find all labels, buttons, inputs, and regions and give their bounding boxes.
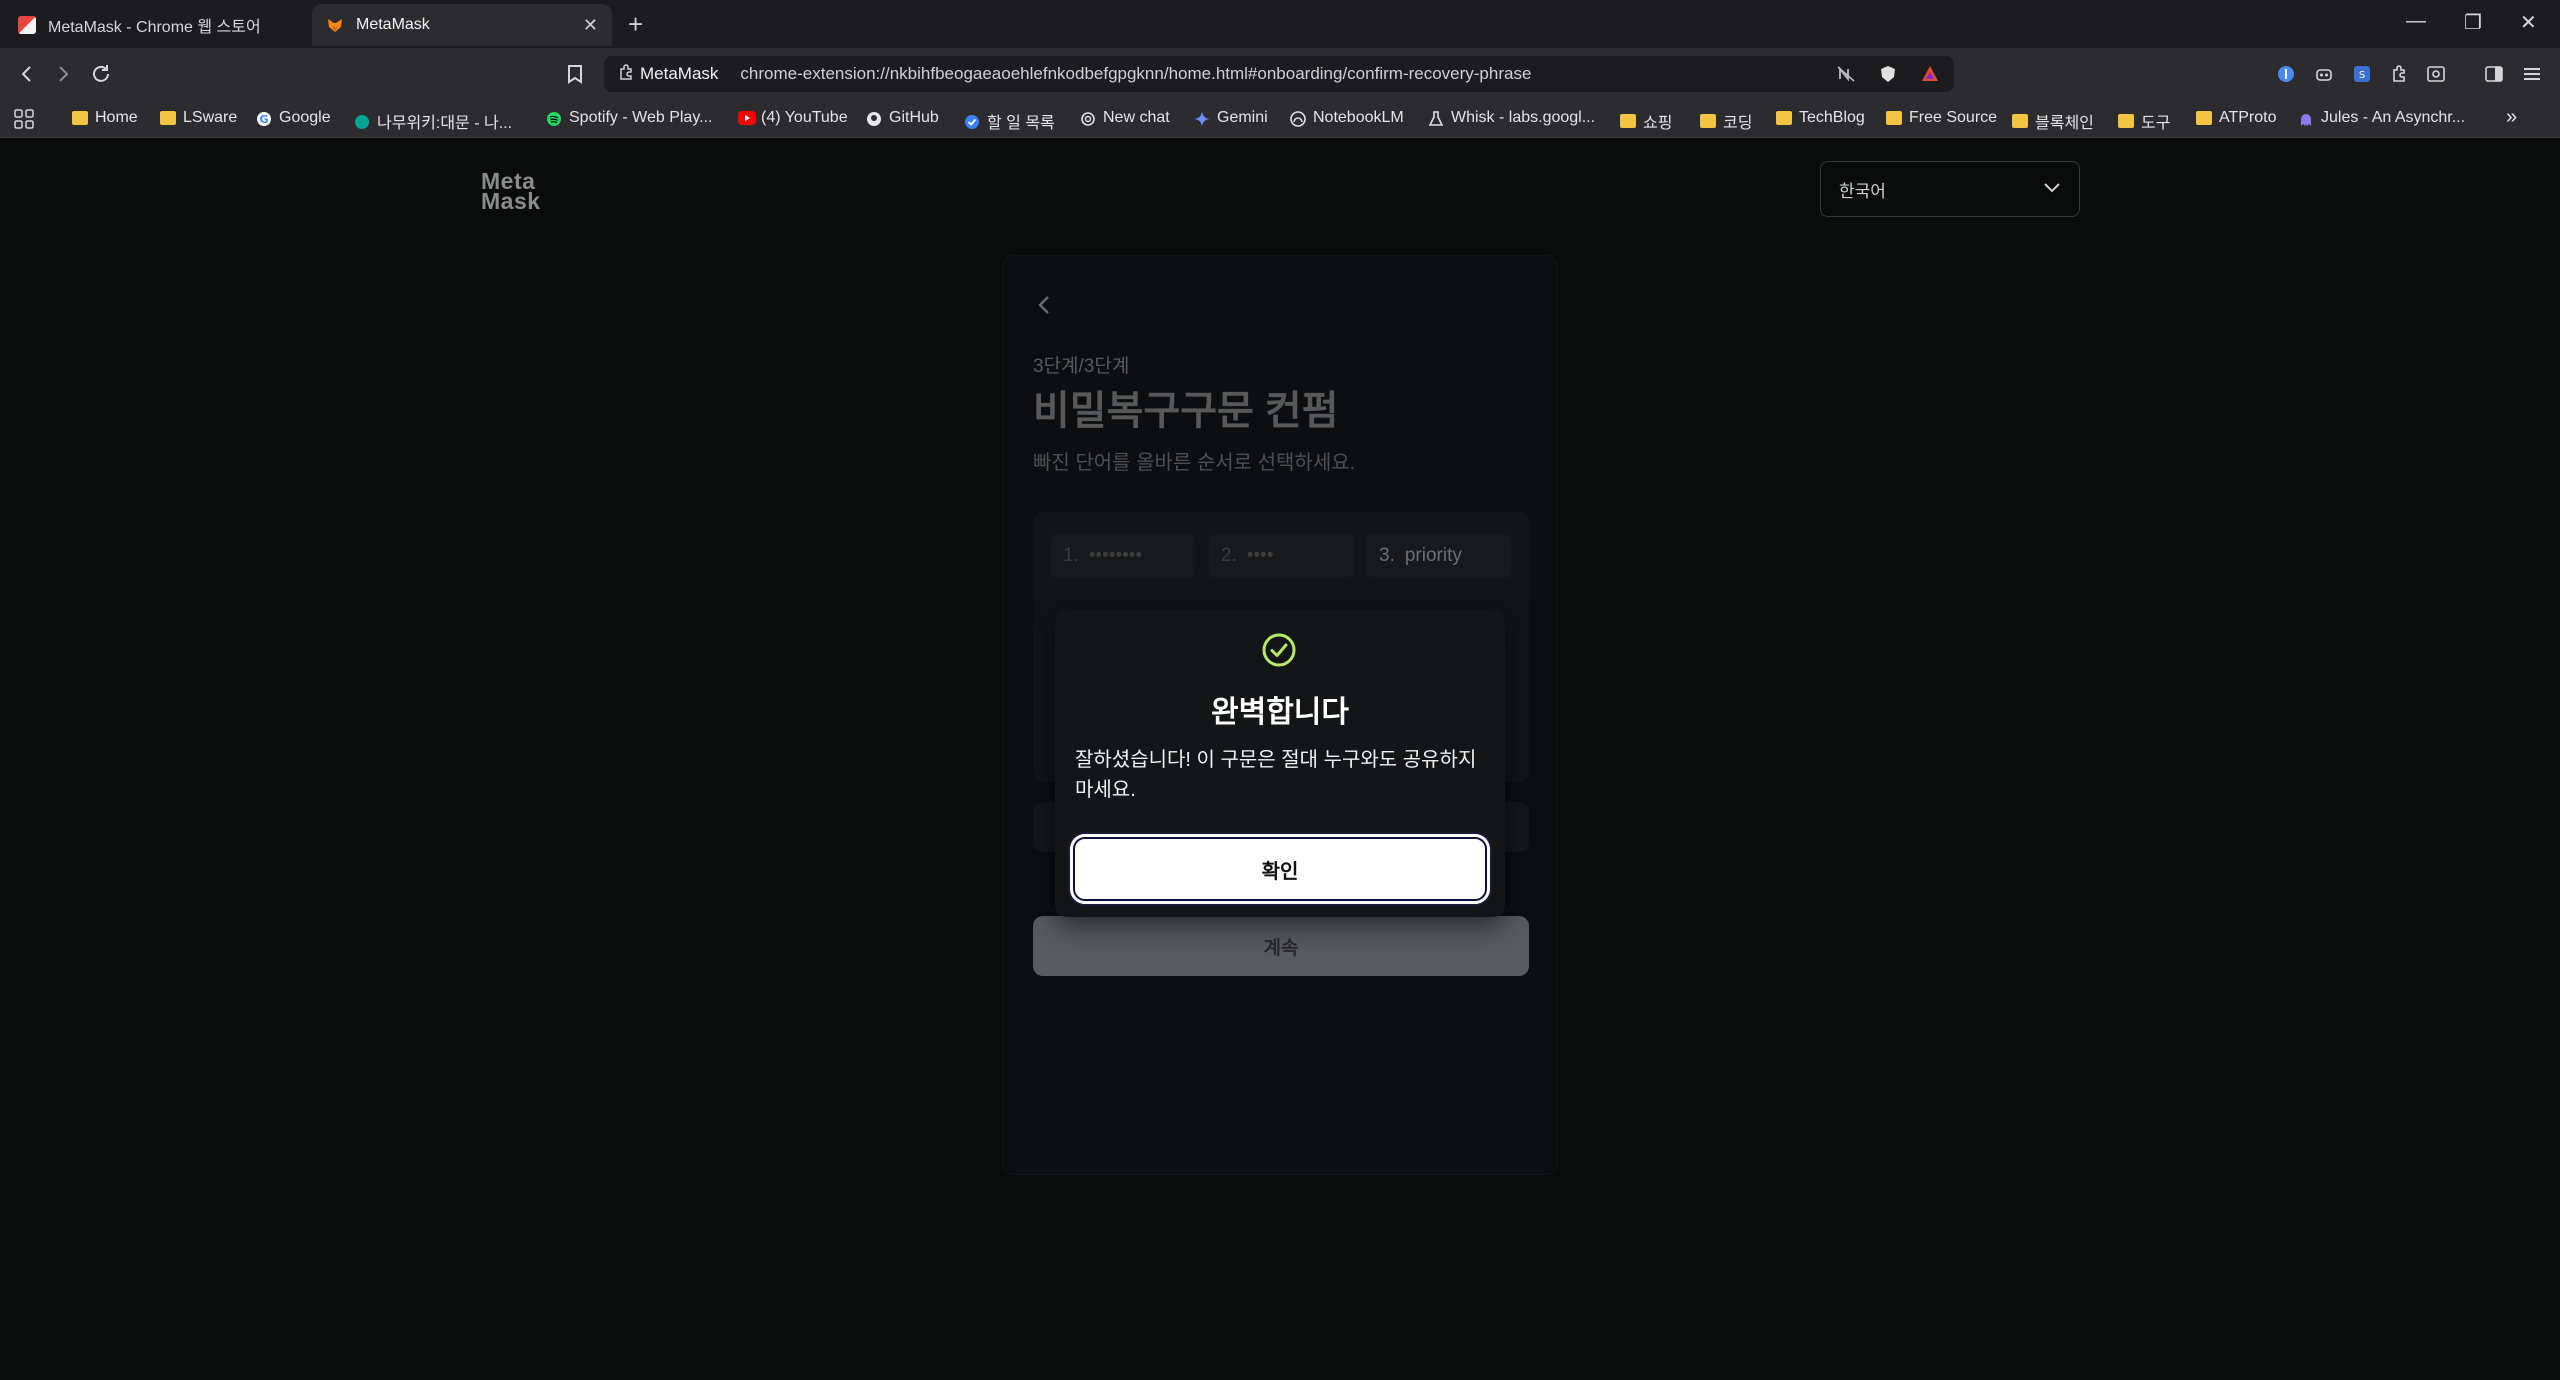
bookmark-jules[interactable]: Jules - An Asynchr... <box>2298 109 2465 127</box>
folder-icon <box>1776 111 1792 125</box>
metamask-page: Meta Mask 한국어 3단계/3단계 비밀복구구문 컨펌 빠진 단어를 올… <box>0 139 2560 1380</box>
robot-extension-icon[interactable] <box>2312 62 2336 86</box>
jules-icon <box>2298 111 2314 126</box>
restore-button[interactable]: ❐ <box>2464 10 2482 35</box>
screenshot-icon[interactable] <box>2424 62 2448 86</box>
translate-extension-icon[interactable]: S <box>2350 62 2374 86</box>
github-icon <box>866 111 882 126</box>
continue-button[interactable]: 계속 <box>1033 916 1529 976</box>
no-translate-icon[interactable] <box>1836 64 1856 89</box>
folder-icon <box>2012 114 2028 128</box>
youtube-icon <box>738 111 756 125</box>
bookmark-coding[interactable]: 코딩 <box>1700 109 1752 133</box>
svg-text:S: S <box>2359 70 2365 81</box>
folder-icon <box>160 111 176 125</box>
folder-icon <box>2118 114 2134 128</box>
language-select-value: 한국어 <box>1839 181 1886 201</box>
apps-grid-icon[interactable] <box>14 109 34 129</box>
close-tab-icon[interactable]: ✕ <box>583 15 598 36</box>
extension-puzzle-icon <box>618 63 634 85</box>
bookmark-techblog[interactable]: TechBlog <box>1776 109 1865 127</box>
chevron-down-icon <box>2043 179 2061 199</box>
bookmark-new-chat[interactable]: New chat <box>1080 109 1170 127</box>
namuwiki-icon <box>354 114 370 129</box>
browser-toolbar: MetaMask chrome-extension://nkbihfbeogae… <box>0 48 2560 100</box>
bookmark-tools[interactable]: 도구 <box>2118 109 2170 133</box>
language-select[interactable]: 한국어 <box>1820 161 2080 217</box>
bookmarks-bar: Home LSware G Google 나무위키:대문 - 나... Spoti… <box>0 100 2560 138</box>
folder-icon <box>1886 111 1902 125</box>
url-site-name: MetaMask <box>640 64 719 83</box>
new-tab-button[interactable]: + <box>628 10 643 38</box>
back-arrow-icon[interactable] <box>14 61 40 87</box>
modal-body: 잘하셨습니다! 이 구문은 절대 누구와도 공유하지 마세요. <box>1075 749 1477 801</box>
reload-icon[interactable] <box>88 61 114 87</box>
tab-title: MetaMask <box>356 16 430 33</box>
sidebar-toggle-icon[interactable] <box>2482 62 2506 86</box>
tab-metamask[interactable]: MetaMask ✕ <box>312 4 612 46</box>
brave-shield-icon[interactable] <box>1878 64 1898 89</box>
folder-icon <box>2196 111 2212 125</box>
phrase-word-slot[interactable]: 2. •••• <box>1209 534 1353 578</box>
url-text[interactable]: chrome-extension://nkbihfbeogaeaoehlefnk… <box>740 64 1531 84</box>
back-chevron-icon[interactable] <box>1029 290 1059 320</box>
extensions-puzzle-icon[interactable] <box>2388 62 2412 86</box>
notebooklm-icon <box>1290 111 1306 127</box>
minimize-button[interactable]: — <box>2406 10 2426 33</box>
modal-title: 완벽합니다 <box>1211 696 1349 729</box>
bookmark-free-source[interactable]: Free Source <box>1886 109 1997 127</box>
metamask-fox-icon <box>326 16 344 34</box>
gemini-icon <box>1194 111 1210 127</box>
chrome-web-store-favicon-icon <box>18 16 36 34</box>
address-bar[interactable]: MetaMask chrome-extension://nkbihfbeogae… <box>604 56 1954 92</box>
tab-title: MetaMask - Chrome 웹 스토어 <box>48 19 261 36</box>
bookmark-notebooklm[interactable]: NotebookLM <box>1290 109 1404 127</box>
success-modal: 완벽합니다 잘하셨습니다! 이 구문은 절대 누구와도 공유하지 마세요. 확인 <box>1055 609 1505 917</box>
folder-icon <box>1700 114 1716 128</box>
folder-icon <box>1620 114 1636 128</box>
todo-icon <box>964 114 980 129</box>
tab-strip: MetaMask - Chrome 웹 스토어 MetaMask ✕ + — ❐… <box>0 0 2560 48</box>
bookmark-blockchain[interactable]: 블록체인 <box>2012 109 2094 133</box>
more-bookmarks-chevron-icon[interactable]: » <box>2506 106 2517 129</box>
bookmark-lsware[interactable]: LSware <box>160 109 237 127</box>
menu-hamburger-icon[interactable] <box>2520 62 2544 86</box>
svg-text:G: G <box>259 113 268 126</box>
bookmark-home[interactable]: Home <box>72 109 138 127</box>
metamask-logo: Meta Mask <box>481 168 541 214</box>
spotify-icon <box>546 111 562 126</box>
bookmark-youtube[interactable]: (4) YouTube <box>738 109 848 127</box>
bookmark-todo[interactable]: 할 일 목록 <box>964 109 1055 133</box>
bookmark-gemini[interactable]: Gemini <box>1194 109 1268 127</box>
bookmark-spotify[interactable]: Spotify - Web Play... <box>546 109 712 127</box>
openai-icon <box>1080 111 1096 126</box>
close-window-button[interactable]: ✕ <box>2520 10 2537 35</box>
brave-rewards-icon[interactable] <box>1920 64 1940 89</box>
step-indicator: 3단계/3단계 <box>1033 356 1130 377</box>
whisk-icon <box>1428 111 1444 126</box>
folder-icon <box>72 111 88 125</box>
bookmark-shopping[interactable]: 쇼핑 <box>1620 109 1672 133</box>
forward-arrow-icon[interactable] <box>50 61 76 87</box>
check-circle-icon <box>1260 631 1298 669</box>
bookmark-icon[interactable] <box>562 61 588 87</box>
page-title: 비밀복구구문 컨펌 <box>1033 389 1339 433</box>
phrase-word-slot[interactable]: 1. •••••••• <box>1051 534 1195 578</box>
bookmark-whisk[interactable]: Whisk - labs.googl... <box>1428 109 1595 127</box>
confirm-button[interactable]: 확인 <box>1073 837 1487 901</box>
tab-chrome-web-store[interactable]: MetaMask - Chrome 웹 스토어 <box>4 4 304 46</box>
password-manager-icon[interactable] <box>2274 62 2298 86</box>
bookmark-google[interactable]: G Google <box>256 109 331 127</box>
bookmark-github[interactable]: GitHub <box>866 109 939 127</box>
phrase-word-slot[interactable]: 3. priority <box>1367 534 1511 578</box>
page-subtitle: 빠진 단어를 올바른 순서로 선택하세요. <box>1033 452 1356 474</box>
bookmark-atproto[interactable]: ATProto <box>2196 109 2277 127</box>
bookmark-namuwiki[interactable]: 나무위키:대문 - 나... <box>354 109 512 133</box>
google-icon: G <box>256 111 272 126</box>
